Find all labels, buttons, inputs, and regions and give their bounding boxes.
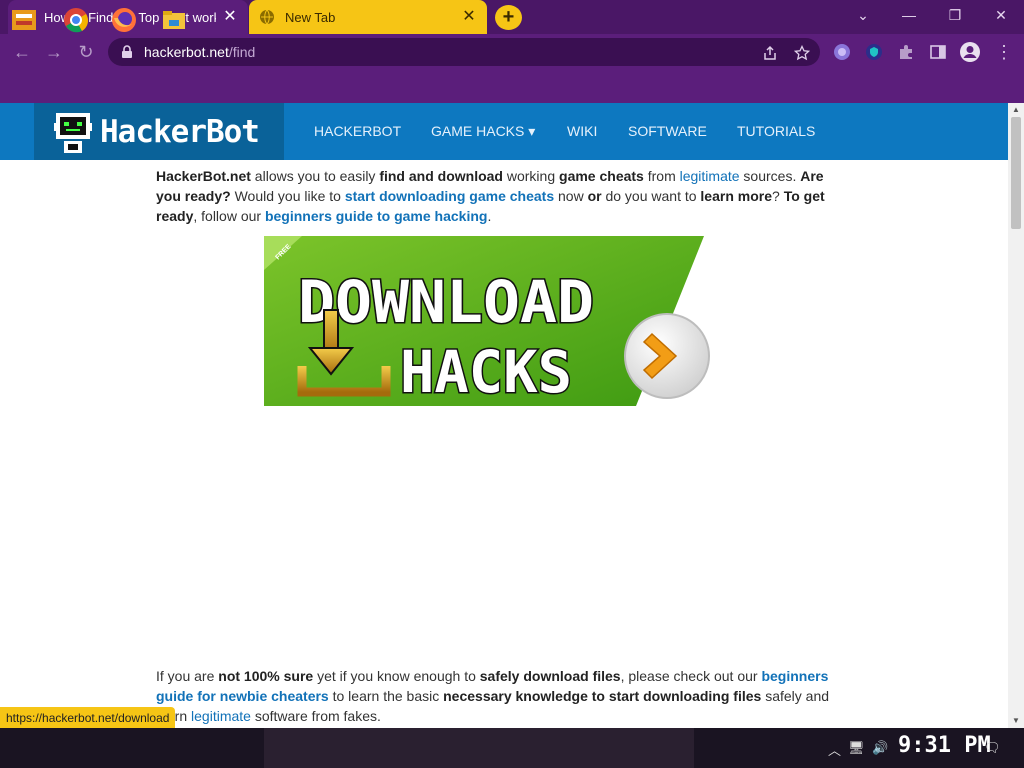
site-logo[interactable]: HackerBot (34, 103, 284, 160)
legitimate-link[interactable]: legitimate (680, 168, 740, 184)
text-span: sources. (739, 168, 801, 184)
text-span: Would you like to (230, 188, 345, 204)
extensions-puzzle-icon[interactable] (897, 43, 915, 61)
tab-title: New Tab (285, 9, 336, 25)
reload-icon[interactable]: ↻ (74, 40, 98, 64)
close-tab-icon[interactable]: ✕ (222, 9, 238, 25)
forward-arrow-icon[interactable]: → (42, 40, 66, 64)
close-tab-icon[interactable]: ✕ (461, 9, 477, 25)
restore-button[interactable]: ❐ (932, 0, 978, 30)
url-host: hackerbot.net (144, 44, 229, 60)
scrollbar-thumb[interactable] (1011, 117, 1021, 229)
next-arrow-button-icon[interactable] (624, 313, 710, 399)
text-bold: find and download (379, 168, 503, 184)
logo-text: HackerBot (100, 113, 260, 150)
text-span: safely and (761, 688, 830, 704)
text-span: to learn the basic (328, 688, 444, 704)
start-downloading-link[interactable]: start downloading game cheats (345, 188, 554, 204)
close-window-button[interactable]: ✕ (978, 0, 1024, 30)
text-bold: game cheats (559, 168, 644, 184)
text-span: , follow our (193, 208, 265, 224)
text-bold: learn more (700, 188, 773, 204)
menu-kebab-icon[interactable]: ⋮ (992, 40, 1016, 64)
nav-tutorials[interactable]: TUTORIALS (737, 103, 815, 160)
intro-paragraph: HackerBot.net allows you to easily find … (156, 166, 832, 226)
browser-toolbar: ← → ↻ hackerbot.net /find ⋮ (0, 34, 1024, 70)
new-tab-button[interactable]: + (495, 5, 522, 30)
robot-logo-icon (54, 112, 92, 153)
notifications-icon[interactable]: 🗨 (984, 740, 1001, 756)
text-bold: safely download files (479, 668, 621, 684)
back-arrow-icon[interactable]: ← (10, 40, 34, 64)
text-span: yet if you know enough to (313, 668, 480, 684)
text-span: software from fakes. (250, 708, 381, 724)
text-span: allows you to easily (250, 168, 380, 184)
tab-strip: How to Find the Top Best work ✕ New Tab … (0, 0, 1024, 34)
bookmark-star-icon[interactable] (794, 45, 810, 61)
text-span: . (487, 208, 492, 224)
text-bold: or (587, 188, 602, 204)
chrome-icon[interactable] (62, 6, 90, 34)
file-explorer-icon[interactable] (160, 6, 188, 34)
bookmark-bar (0, 70, 1024, 103)
text-bold: necessary knowledge to start downloading… (443, 688, 762, 704)
url-path: /find (228, 44, 256, 60)
taskbar-clock: 9:31 PM (898, 733, 991, 758)
start-menu-icon[interactable] (10, 6, 38, 34)
minimize-button[interactable]: — (886, 0, 932, 30)
page-scrollbar[interactable]: ▲ ▼ (1008, 103, 1024, 728)
tab-search-icon[interactable]: ⌄ (840, 0, 886, 30)
tab-new-tab[interactable]: New Tab ✕ (249, 0, 487, 34)
banner-download-text: DOWNLOAD (298, 268, 594, 336)
extension-orb-icon[interactable] (833, 43, 851, 61)
beginners-guide-link[interactable]: beginners guide to game hacking (265, 208, 487, 224)
nav-software[interactable]: SOFTWARE (628, 103, 707, 160)
text-span: now (554, 188, 588, 204)
address-bar[interactable]: hackerbot.net /find (108, 38, 820, 66)
nav-game-hacks[interactable]: GAME HACKS ▾ (431, 103, 535, 160)
text-span: working (502, 168, 560, 184)
text-span: If you are (156, 668, 219, 684)
text-bold: not 100% sure (218, 668, 314, 684)
side-panel-icon[interactable] (929, 43, 947, 61)
banner-hacks-text: HACKS (400, 338, 572, 406)
globe-icon (259, 9, 275, 25)
nav-wiki[interactable]: WIKI (567, 103, 597, 160)
firefox-icon[interactable] (110, 6, 138, 34)
site-header: HackerBot HACKERBOT GAME HACKS ▾ WIKI SO… (0, 103, 1008, 160)
profile-avatar-icon[interactable] (959, 41, 981, 63)
text-span: from (643, 168, 680, 184)
legitimate-link-2[interactable]: legitimate (191, 708, 251, 724)
taskbar-window-thumbnail[interactable] (264, 728, 694, 768)
share-icon[interactable] (762, 45, 778, 61)
text-span: do you want to (601, 188, 701, 204)
extension-shield-icon[interactable] (865, 43, 883, 61)
scroll-down-icon[interactable]: ▼ (1008, 714, 1024, 728)
lock-icon (122, 45, 132, 58)
text-span: ? (772, 188, 784, 204)
text-span: , please check out our (620, 668, 762, 684)
scroll-up-icon[interactable]: ▲ (1008, 103, 1024, 117)
nav-hackerbot[interactable]: HACKERBOT (314, 103, 401, 160)
site-name-text: HackerBot.net (156, 168, 251, 184)
network-icon[interactable]: 🖥 (848, 740, 865, 756)
second-paragraph: If you are not 100% sure yet if you know… (156, 666, 832, 726)
link-status-url: https://hackerbot.net/download (0, 707, 176, 729)
download-hacks-banner[interactable]: FREE DOWNLOAD HACKS (264, 236, 710, 406)
volume-icon[interactable]: 🔊 (872, 740, 888, 756)
show-hidden-icons-icon[interactable]: ︿ (828, 740, 841, 759)
